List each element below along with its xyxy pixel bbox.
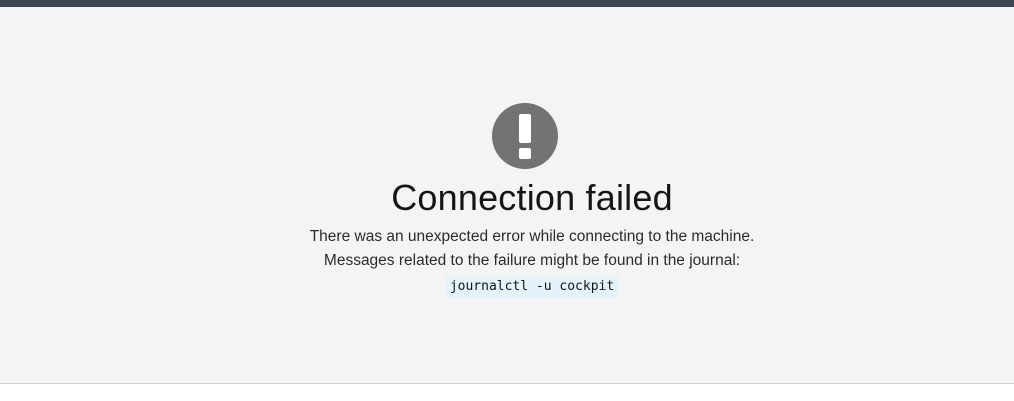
- error-message-line-1: There was an unexpected error while conn…: [309, 228, 755, 245]
- error-title: Connection failed: [391, 177, 673, 218]
- journal-command-line: journalctl -u cockpit: [50, 275, 1014, 298]
- error-message-line-2: Messages related to the failure might be…: [323, 252, 741, 269]
- journal-command: journalctl -u cockpit: [445, 276, 619, 298]
- top-bar: [0, 0, 1014, 7]
- error-description: There was an unexpected error while conn…: [50, 225, 1014, 273]
- error-panel: Connection failed There was an unexpecte…: [0, 7, 1014, 384]
- exclamation-circle-icon: [492, 103, 558, 169]
- empty-state: Connection failed There was an unexpecte…: [0, 103, 1014, 298]
